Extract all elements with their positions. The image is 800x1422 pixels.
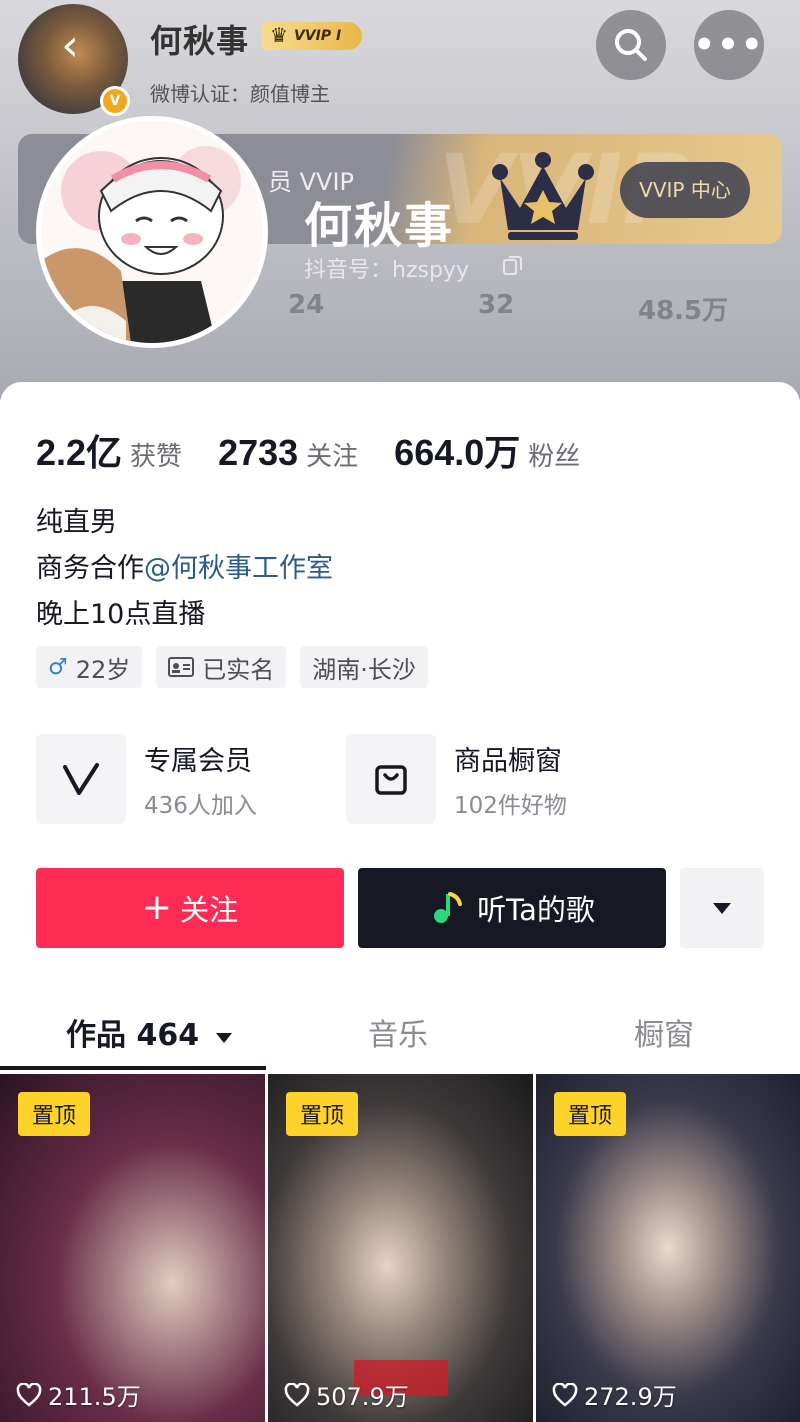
membership-entry[interactable]: 专属会员 436人加入 [36,734,257,824]
triangle-down-icon [713,903,731,914]
back-arrow-icon[interactable]: ‹ [48,24,92,68]
likes-count: 507.9万 [316,1383,409,1411]
header-username: 何秋事 [150,22,250,60]
profile-services: 专属会员 436人加入 商品橱窗 102件好物 [36,734,766,824]
more-dots-icon: ••• [693,25,765,65]
studio-mention-link[interactable]: @何秋事工作室 [144,553,333,584]
tab-music[interactable]: 音乐 [368,1010,428,1054]
ghost-stat: 24 [288,290,325,320]
caret-down-icon [215,1033,232,1043]
service-subtitle: 102件好物 [454,792,567,819]
location-text: 湖南·长沙 [312,655,416,684]
age-text: 22岁 [75,655,131,684]
listen-songs-button[interactable]: 听Ta的歌 [358,868,666,948]
copy-icon[interactable] [502,254,524,276]
tab-label: 作品 464 [66,1018,200,1053]
more-actions-dropdown[interactable] [680,868,764,948]
pinned-badge: 置顶 [286,1092,358,1136]
service-title: 商品橱窗 [454,745,562,777]
ghost-stat: 48.5万 [638,296,729,326]
douyin-id: 抖音号：hzspyy [304,258,469,283]
verified-text: 已实名 [202,655,275,684]
pinned-badge: 置顶 [18,1092,90,1136]
heart-icon [552,1382,578,1407]
profile-tabs: 作品 464 音乐 橱窗 [0,982,800,1072]
crown-icon [492,152,594,240]
bio-line: 纯直男 [36,507,117,538]
verified-badge-icon: V [100,86,130,116]
profile-avatar[interactable] [36,116,268,348]
profile-display-name: 何秋事 [304,198,455,254]
tab-shop-window[interactable]: 橱窗 [634,1010,694,1054]
likes-count: 211.5万 [48,1383,141,1411]
stat-value: 664.0万 [394,432,521,473]
follow-label: 关注 [180,893,239,927]
video-likes: 272.9万 [552,1377,677,1412]
music-note-icon [434,892,463,923]
following-stat[interactable]: 2733 关注 [218,432,358,474]
vvip-center-button[interactable]: VVIP 中心 [620,162,750,218]
video-likes: 211.5万 [16,1377,141,1412]
heart-icon [284,1382,310,1407]
certification-text: 微博认证：颜值博主 [150,82,330,106]
ghost-stat: 32 [478,290,515,320]
profile-cover: ‹ V 何秋事 VVIP Ⅰ ♛ 微博认证：颜值博主 ••• VVIP 员 VV… [0,0,800,400]
search-button[interactable] [596,10,666,80]
video-thumbnail[interactable]: 置顶 211.5万 [0,1074,265,1422]
profile-main-panel: 2.2亿 获赞 2733 关注 664.0万 粉丝 纯直男 商务合作@何秋事工作… [0,382,800,1422]
membership-v-icon [36,734,126,824]
stat-label: 获赞 [130,442,183,472]
stat-label: 关注 [306,442,359,472]
followers-stat[interactable]: 664.0万 粉丝 [394,424,580,476]
video-grid: 置顶 211.5万 置顶 507.9万 置顶 272.9万 [0,1074,800,1422]
crown-small-icon: ♛ [270,23,288,47]
stat-label: 粉丝 [528,442,581,472]
bio-line: 晚上10点直播 [36,599,206,630]
stat-value: 2733 [218,432,299,473]
video-thumbnail[interactable]: 置顶 272.9万 [536,1074,800,1422]
search-icon [615,29,647,61]
likes-stat[interactable]: 2.2亿 获赞 [36,424,182,476]
stat-value: 2.2亿 [36,432,123,473]
profile-stats: 2.2亿 获赞 2733 关注 664.0万 粉丝 [36,424,616,476]
music-label: 听Ta的歌 [477,893,595,927]
likes-count: 272.9万 [584,1383,677,1411]
pinned-badge: 置顶 [554,1092,626,1136]
plus-icon: + [141,887,173,928]
follow-button[interactable]: + 关注 [36,868,344,948]
heart-icon [16,1382,42,1407]
male-gender-icon: ♂ [48,654,68,680]
verified-tag: 已实名 [156,646,287,688]
location-tag: 湖南·长沙 [300,646,428,688]
shop-window-entry[interactable]: 商品橱窗 102件好物 [346,734,567,824]
video-thumbnail[interactable]: 置顶 507.9万 [268,1074,533,1422]
shopping-bag-icon [346,734,436,824]
bio-line: 商务合作@何秋事工作室 [36,546,333,592]
age-tag: ♂ 22岁 [36,646,143,688]
id-card-icon [168,657,195,677]
more-options-button[interactable]: ••• [693,10,765,80]
tab-works[interactable]: 作品 464 [66,1010,234,1054]
profile-tags: ♂ 22岁 已实名 湖南·长沙 [36,646,442,688]
cartoon-avatar-image [41,121,263,343]
active-tab-indicator [0,1066,266,1070]
profile-bio: 纯直男 商务合作@何秋事工作室 晚上10点直播 [36,500,333,638]
bio-text: 商务合作 [36,553,144,584]
service-subtitle: 436人加入 [144,792,257,819]
video-likes: 507.9万 [284,1377,409,1412]
service-title: 专属会员 [144,745,252,777]
